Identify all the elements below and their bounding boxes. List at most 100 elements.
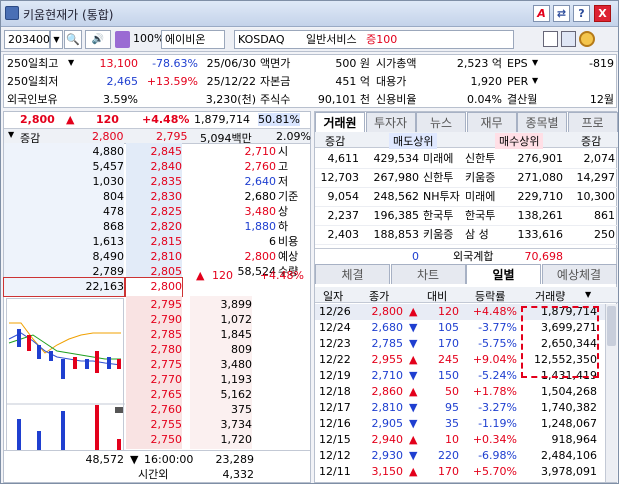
link-button[interactable]: ⇄ [553,5,570,22]
price-bar: 2,800 ▲ 120 +4.48% 1,879,714 50.81% [4,112,310,128]
app-window: 키움현재가 (통합) A ⇄ ? X 203400 ▼ 🔍 🔊 100% 에이비… [0,0,619,484]
stock-info-field: KOSDAQ 일반서비스 증100 [234,30,514,49]
daily-header: 일자 종가 대비 등락률 거래량 ▼ [315,287,618,303]
daily-header-label: 종가 [369,290,390,303]
info-panel: 250일최고 ▼ 13,100 -78.63% 25/06/30 액면가 500… [3,54,617,108]
daily-row[interactable]: 12/17 2,810 ▼ 95 -3.27% 1,740,382 [315,400,605,416]
broker-cell: 861 [594,209,615,222]
info-value: 2,465 [106,75,139,88]
broker-row[interactable]: 4,611 429,534 미래에 신한투 276,901 2,074 [315,150,618,169]
broker-header-label: 매도상위 [389,133,438,149]
subtab-3[interactable]: 예상체결 [541,264,617,284]
speaker-icon[interactable]: 🔊 [85,30,111,49]
orderbook-header-label: 2.09% [276,130,311,143]
daily-header-label: 등락률 [475,290,506,303]
broker-cell: 미래에 [465,190,496,203]
info-label: 주식수 [260,93,291,106]
tab-2[interactable]: 뉴스 [416,112,466,132]
doc-icon[interactable] [543,31,558,47]
info-value: -78.63% [152,57,198,70]
broker-cell: 267,980 [373,171,420,184]
daily-volume: 3,978,091 [541,465,597,478]
broker-cell: 신한투 [465,152,496,165]
bid-row[interactable]: 2,750 1,720 [126,431,310,449]
market-label: KOSDAQ [238,33,285,46]
subtab-1[interactable]: 차트 [390,264,466,284]
daily-row[interactable]: 12/18 2,860 ▲ 50 +1.78% 1,504,268 [315,384,605,400]
dropdown-icon[interactable]: ▼ [532,76,538,85]
tab-1[interactable]: 투자자 [365,112,416,132]
volume-ratio: 50.81% [258,113,300,126]
search-icon[interactable]: 🔍 [64,30,82,49]
total-ask: 48,572 [85,453,125,466]
daily-row[interactable]: 12/16 2,905 ▼ 35 -1.19% 1,248,067 [315,416,605,432]
tab-0[interactable]: 거래원 [315,112,365,132]
info-value: 13,100 [99,57,139,70]
toolbar: 203400 ▼ 🔍 🔊 100% 에이비온 KOSDAQ 일반서비스 증100 [1,28,618,52]
tab-4[interactable]: 종목별 [517,112,567,132]
ask-qty: 22,163 [3,277,125,297]
info-value: 12월 [589,93,614,106]
subtab-2[interactable]: 일별 [466,264,541,284]
broker-cell: 250 [594,228,615,241]
daily-rate: +5.70% [472,465,517,478]
close-icon[interactable] [115,407,123,413]
font-a-button[interactable]: A [533,5,550,22]
daily-row[interactable]: 12/15 2,940 ▲ 10 +0.34% 918,964 [315,432,605,448]
broker-cell: 276,901 [517,152,564,165]
stock-code-input[interactable]: 203400 [4,30,50,49]
info-value: -819 [589,57,614,70]
candle [85,359,89,369]
orderbook-panel: 2,800 ▲ 120 +4.48% 1,879,714 50.81% ▼ 증감… [3,111,311,483]
broker-row[interactable]: 9,054 248,562 NH투자 미래에 229,710 10,300 [315,188,618,207]
info-label: 대용가 [376,75,407,88]
candle [117,359,121,369]
broker-row[interactable]: 2,237 196,385 한국투 한국투 138,261 861 [315,207,618,226]
daily-row[interactable]: 12/11 3,150 ▲ 170 +5.70% 3,978,091 [315,464,605,480]
scrollbar-thumb[interactable] [607,306,616,346]
broker-cell: 2,237 [327,209,360,222]
info-value: 2,523 억 [456,57,502,70]
daily-row[interactable]: 12/12 2,930 ▼ 220 -6.98% 2,484,106 [315,448,605,464]
info-label: 시가총액 [376,57,417,70]
info-value: 90,101 천 [317,93,370,106]
broker-row[interactable]: 12,703 267,980 신한투 키움증 271,080 14,297 [315,169,618,188]
window-title: 키움현재가 (통합) [23,8,114,22]
mini-chart [6,298,125,458]
sector-label: 일반서비스 [306,33,357,46]
purple-badge-icon [115,31,130,48]
broker-cell: 271,080 [517,171,564,184]
stock-name-field[interactable]: 에이비온 [161,30,225,49]
subtab-0[interactable]: 체결 [315,264,390,284]
broker-cell: 248,562 [373,190,420,203]
dropdown-icon[interactable]: ▼ [8,130,14,139]
help-button[interactable]: ? [573,5,590,22]
current-price: 2,800 [20,113,55,126]
tab-3[interactable]: 재무 [466,112,517,132]
dropdown-icon[interactable]: ▼ [532,58,538,67]
expected-change-row: ▲ 120 +4.48% [196,267,306,285]
close-button[interactable]: X [594,5,611,22]
broker-cell: 미래에 [423,152,454,165]
info-value: 25/12/22 [206,75,256,88]
broker-header: 증감 매도상위 매수상위 증감 [315,132,618,149]
broker-cell: 삼 성 [465,228,489,241]
after-hours-label: 시간외 [138,468,169,481]
app-icon [5,6,19,20]
broker-cell: 한국투 [423,209,454,222]
gear-icon[interactable] [579,31,595,47]
broker-cell: 188,853 [373,228,420,241]
dropdown-icon[interactable]: ▼ [585,290,591,299]
daily-header-label: 거래량 [535,290,566,303]
ask-row[interactable]: 22,163 2,800 [3,277,194,297]
broker-row[interactable]: 2,403 188,853 키움증 삼 성 133,616 250 [315,226,618,245]
mini-chart-svg [7,322,125,457]
price-change: 120 [96,113,119,126]
tab-5[interactable]: 프로 [567,112,618,132]
ask-price: 2,800 [125,277,183,297]
info-value: 500 원 [335,57,370,70]
window-icon[interactable] [561,31,576,47]
candle [49,351,53,361]
scrollbar[interactable] [605,304,617,482]
code-dropdown-icon[interactable]: ▼ [50,30,63,49]
